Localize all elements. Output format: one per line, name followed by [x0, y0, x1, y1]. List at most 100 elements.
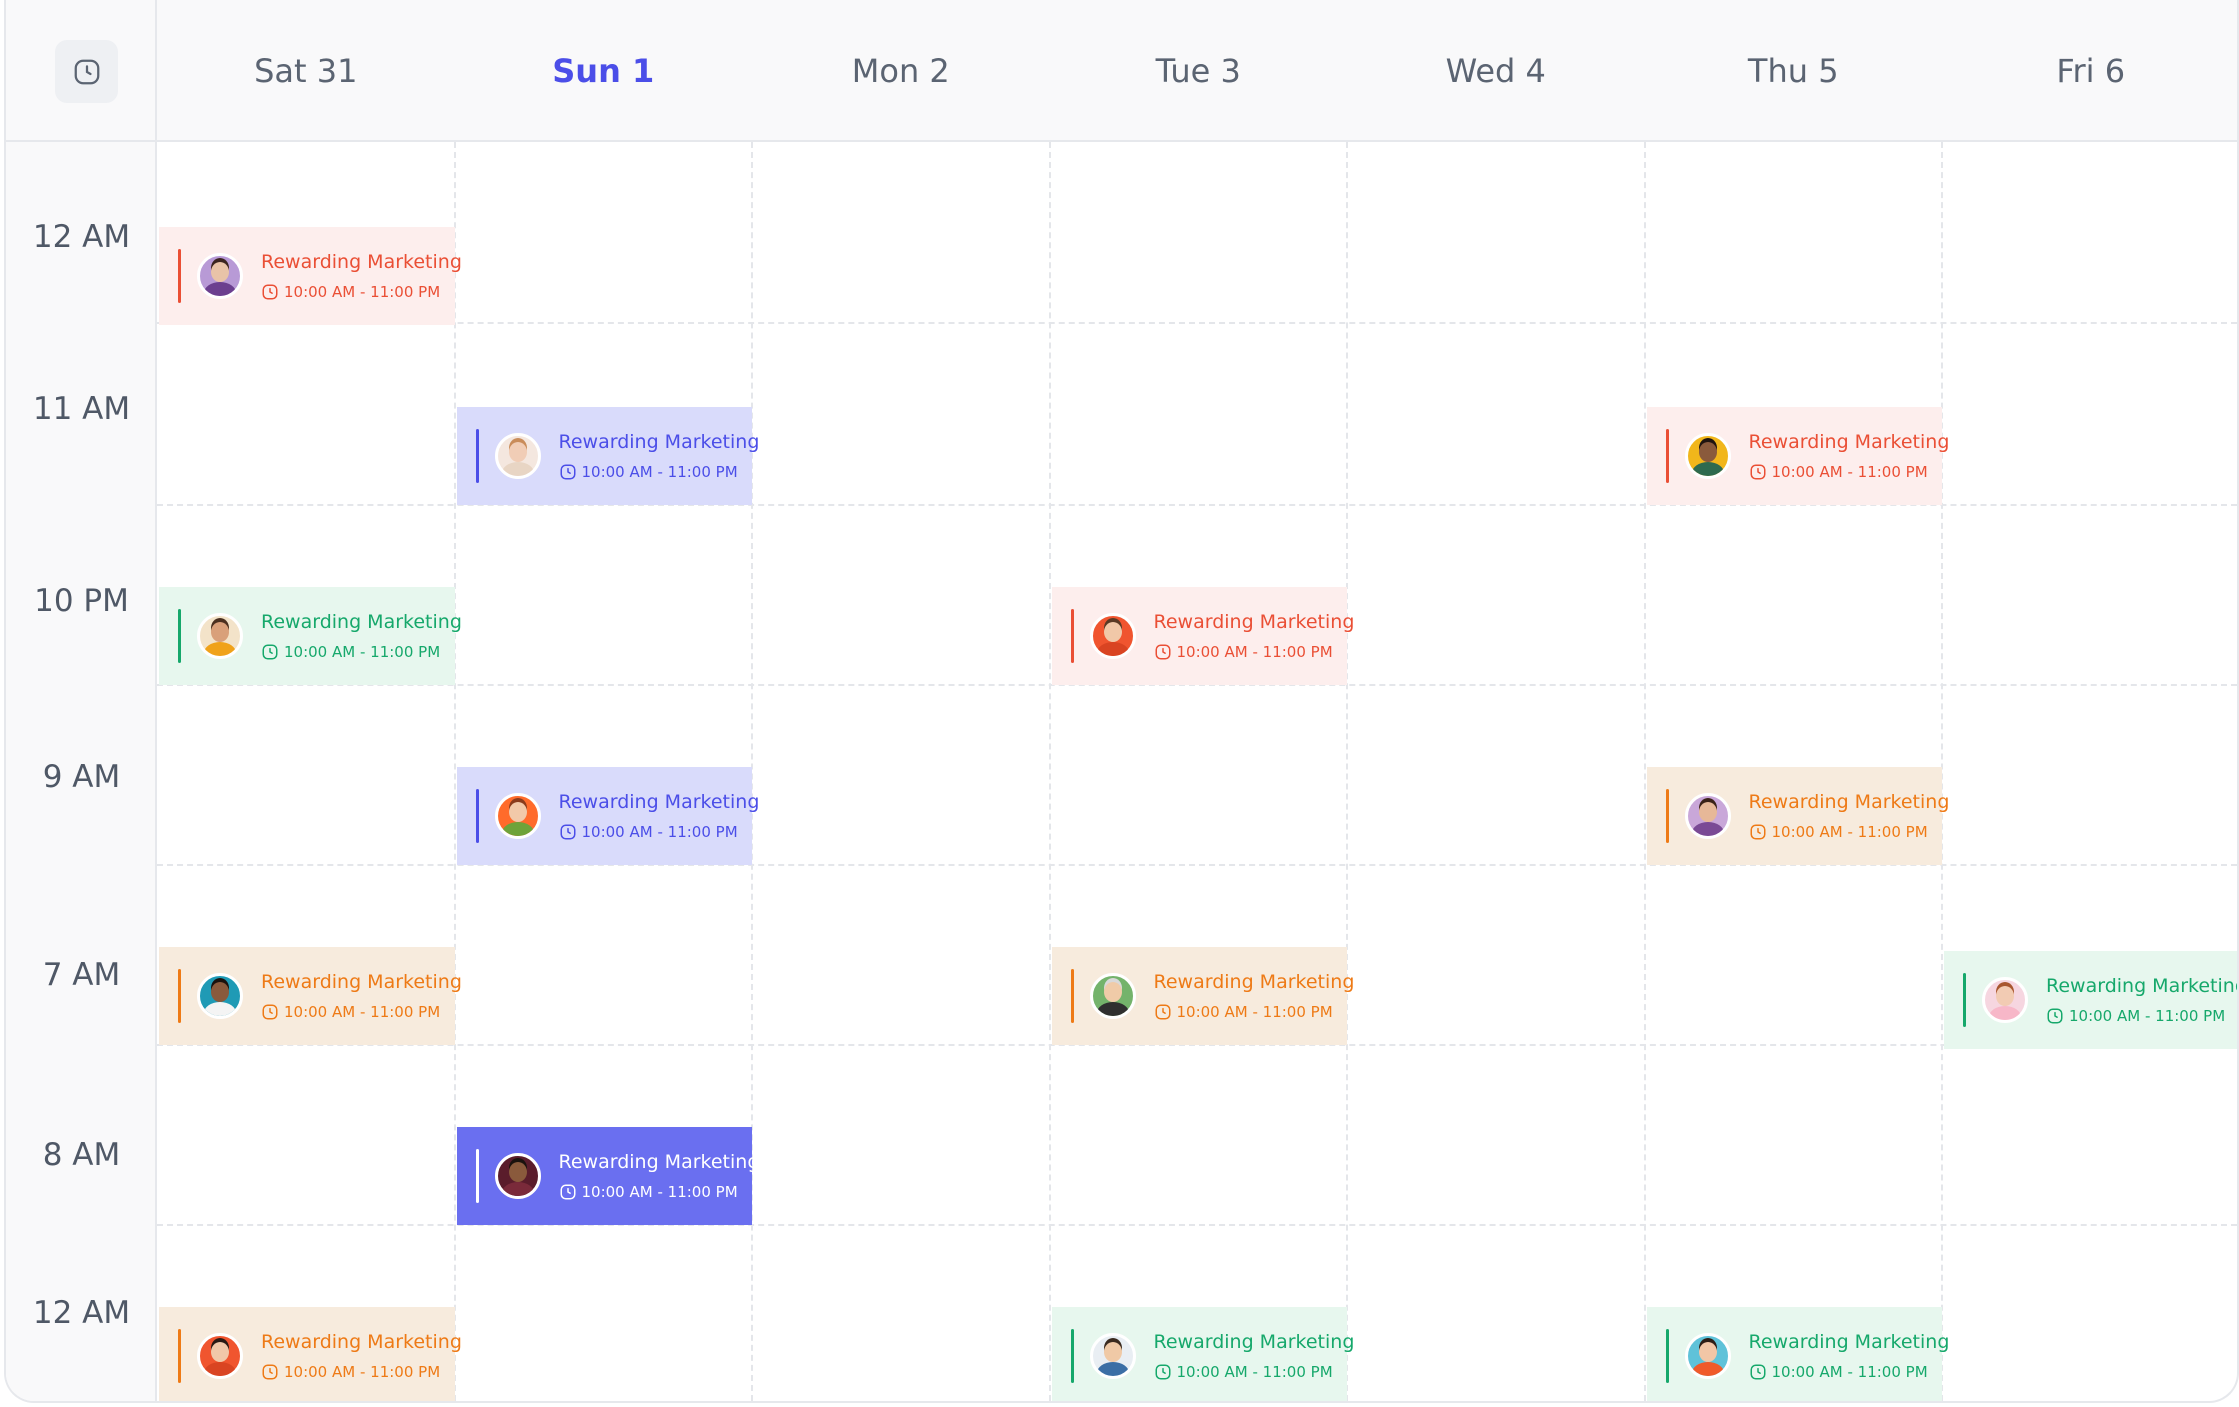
- column-divider: [1048, 142, 1051, 1401]
- avatar-head: [1698, 1342, 1717, 1362]
- event-card[interactable]: Rewarding Marketing 10:00 AM - 11:00 PM: [159, 947, 462, 1045]
- event-card[interactable]: Rewarding Marketing 10:00 AM - 11:00 PM: [1944, 951, 2237, 1049]
- event-title: Rewarding Marketing: [261, 1331, 462, 1353]
- day-header-0[interactable]: Sat 31: [157, 0, 455, 142]
- avatar-body: [204, 282, 236, 296]
- avatar-head: [211, 622, 229, 642]
- event-accent-bar: [1070, 1329, 1074, 1383]
- event-time-text: 10:00 AM - 11:00 PM: [1771, 463, 1928, 481]
- event-time: 10:00 AM - 11:00 PM: [261, 283, 440, 301]
- avatar: [1089, 1333, 1136, 1379]
- avatar-head: [211, 982, 229, 1002]
- avatar-body: [501, 822, 534, 836]
- avatar: [197, 613, 243, 659]
- day-header-3[interactable]: Tue 3: [1050, 0, 1348, 142]
- event-time: 10:00 AM - 11:00 PM: [1749, 823, 1928, 841]
- avatar-body: [1691, 822, 1724, 836]
- event-card[interactable]: Rewarding Marketing 10:00 AM - 11:00 PM: [456, 1127, 759, 1225]
- event-title: Rewarding Marketing: [1153, 611, 1355, 633]
- calendar-week-view: Sat 31 Sun 1 Mon 2 Tue 3 Wed 4 Thu 5 Fri 6 Rew…: [4, 0, 2239, 1403]
- event-title: Rewarding Marketing: [1748, 431, 1950, 453]
- clock-icon: [1750, 464, 1765, 480]
- event-time: 10:00 AM - 11:00 PM: [1154, 643, 1333, 661]
- event-card[interactable]: Rewarding Marketing 10:00 AM - 11:00 PM: [1646, 767, 1949, 865]
- day-header-5[interactable]: Thu 5: [1645, 0, 1943, 142]
- clock-icon: [1750, 824, 1765, 840]
- event-card[interactable]: Rewarding Marketing 10:00 AM - 11:00 PM: [1051, 587, 1354, 685]
- event-card[interactable]: Rewarding Marketing 10:00 AM - 11:00 PM: [159, 1307, 462, 1401]
- event-time-text: 10:00 AM - 11:00 PM: [1771, 823, 1928, 841]
- avatar-body: [204, 1362, 236, 1376]
- event-accent-bar: [1070, 609, 1074, 663]
- avatar: [197, 1333, 243, 1379]
- event-time-text: 10:00 AM - 11:00 PM: [284, 283, 441, 301]
- event-card[interactable]: Rewarding Marketing 10:00 AM - 11:00 PM: [159, 587, 462, 685]
- time-label: 12 AM: [32, 1295, 131, 1331]
- avatar-head: [508, 442, 527, 462]
- event-card[interactable]: Rewarding Marketing 10:00 AM - 11:00 PM: [1646, 1307, 1949, 1401]
- event-accent-bar: [178, 1329, 181, 1383]
- event-time-text: 10:00 AM - 11:00 PM: [581, 823, 738, 841]
- event-time: 10:00 AM - 11:00 PM: [1749, 1363, 1928, 1381]
- event-accent-bar: [1665, 789, 1669, 843]
- time-label: 9 AM: [42, 759, 121, 795]
- event-accent-bar: [178, 969, 181, 1023]
- clock-icon: [2047, 1008, 2063, 1024]
- event-card[interactable]: Rewarding Marketing 10:00 AM - 11:00 PM: [159, 227, 462, 325]
- event-title: Rewarding Marketing: [558, 431, 760, 453]
- time-label: 10 PM: [34, 583, 129, 619]
- time-view-button[interactable]: [55, 40, 118, 103]
- event-accent-bar: [475, 1149, 479, 1203]
- clock-icon: [1155, 1364, 1170, 1380]
- day-header-1[interactable]: Sun 1: [455, 0, 753, 142]
- event-accent-bar: [178, 249, 181, 303]
- event-card[interactable]: Rewarding Marketing 10:00 AM - 11:00 PM: [1051, 947, 1354, 1045]
- time-label: 11 AM: [32, 391, 131, 427]
- clock-icon: [262, 284, 278, 300]
- event-time: 10:00 AM - 11:00 PM: [1749, 463, 1928, 481]
- event-time-text: 10:00 AM - 11:00 PM: [1771, 1363, 1928, 1381]
- event-card[interactable]: Rewarding Marketing 10:00 AM - 11:00 PM: [456, 407, 759, 505]
- event-title: Rewarding Marketing: [1748, 1331, 1950, 1353]
- clock-icon: [262, 1004, 278, 1020]
- avatar-head: [508, 1162, 527, 1182]
- event-card[interactable]: Rewarding Marketing 10:00 AM - 11:00 PM: [1646, 407, 1949, 505]
- clock-icon: [74, 59, 99, 84]
- avatar-body: [1691, 1362, 1724, 1376]
- event-time-text: 10:00 AM - 11:00 PM: [284, 1003, 441, 1021]
- day-header-6[interactable]: Fri 6: [1942, 0, 2237, 142]
- avatar-head: [1698, 442, 1717, 462]
- day-header-4[interactable]: Wed 4: [1347, 0, 1645, 142]
- avatar-head: [1103, 982, 1122, 1002]
- event-time-text: 10:00 AM - 11:00 PM: [581, 463, 738, 481]
- event-time: 10:00 AM - 11:00 PM: [1154, 1003, 1333, 1021]
- clock-icon: [560, 464, 575, 480]
- event-title: Rewarding Marketing: [261, 611, 462, 633]
- avatar: [197, 253, 243, 299]
- event-accent-bar: [178, 609, 181, 663]
- event-time-text: 10:00 AM - 11:00 PM: [1176, 1363, 1333, 1381]
- event-time-text: 10:00 AM - 11:00 PM: [284, 643, 441, 661]
- avatar: [494, 433, 541, 479]
- event-title: Rewarding Marketing: [261, 251, 462, 273]
- day-header-2[interactable]: Mon 2: [752, 0, 1050, 142]
- avatar-head: [211, 262, 229, 282]
- event-time: 10:00 AM - 11:00 PM: [261, 1003, 440, 1021]
- avatar-body: [501, 462, 534, 476]
- clock-icon: [1155, 1004, 1170, 1020]
- column-divider: [453, 142, 456, 1401]
- avatar: [1684, 433, 1731, 479]
- event-title: Rewarding Marketing: [558, 1151, 760, 1173]
- event-card[interactable]: Rewarding Marketing 10:00 AM - 11:00 PM: [1051, 1307, 1354, 1401]
- avatar-body: [204, 1002, 236, 1016]
- event-card[interactable]: Rewarding Marketing 10:00 AM - 11:00 PM: [456, 767, 759, 865]
- avatar: [494, 793, 541, 839]
- avatar-head: [1103, 622, 1122, 642]
- event-title: Rewarding Marketing: [1153, 1331, 1355, 1353]
- time-label: 7 AM: [42, 957, 121, 993]
- avatar-body: [1096, 642, 1129, 656]
- avatar-head: [211, 1342, 229, 1362]
- event-time: 10:00 AM - 11:00 PM: [559, 1183, 738, 1201]
- event-time: 10:00 AM - 11:00 PM: [261, 1363, 440, 1381]
- column-divider: [1346, 142, 1348, 1401]
